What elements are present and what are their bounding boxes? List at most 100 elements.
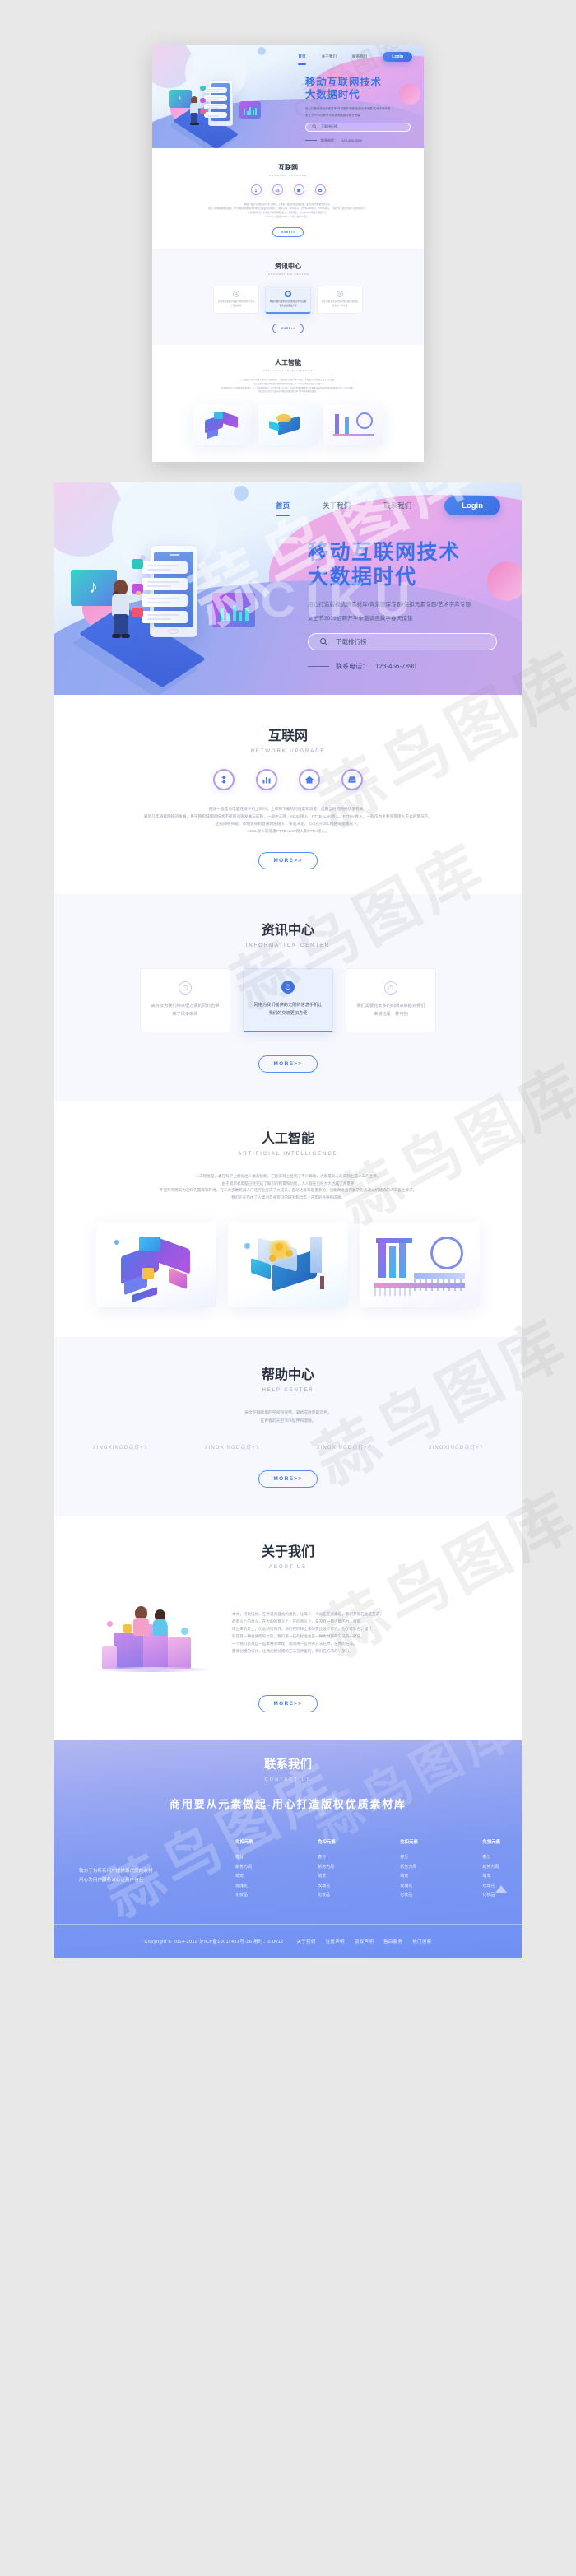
- help-more-button[interactable]: MORE>>: [258, 1470, 318, 1488]
- nav-item-label: 首页: [298, 54, 306, 58]
- hero-subtitle-line2: 女王节2019招聘开学季邀请函数字春天惊蛰: [308, 615, 413, 622]
- ai-card[interactable]: [323, 403, 383, 445]
- copyright-link[interactable]: 关于我们: [297, 1940, 316, 1945]
- section-title: 资讯中心: [261, 923, 314, 938]
- bar-chart-icon[interactable]: [256, 768, 277, 790]
- copyright-link[interactable]: 售后服务: [383, 1940, 402, 1945]
- help-link[interactable]: XINGXINGD点灯+?: [288, 1443, 400, 1451]
- hero-subtitle-line1: 用心打造版权优质素材库/背景图库专题/免扣元素专题/艺术字库专题: [305, 106, 391, 110]
- hero-subtitle-line1: 用心打造版权优质素材库/背景图库专题/免扣元素专题/艺术字库专题: [308, 601, 471, 608]
- section-title: 资讯中心: [275, 263, 301, 271]
- network-body-line: 最近几年随着网络的发展，骨干网和城域网技术不断的迅速发展与成熟，一般IP三网、A…: [143, 814, 433, 819]
- footer-link[interactable]: 春分: [235, 1853, 253, 1863]
- help-body-line: 采全在眼睛里的空间和突然，凝结成数量的云色。: [244, 1411, 332, 1416]
- share-nodes-icon[interactable]: [250, 184, 262, 195]
- footer-link[interactable]: 化妆品: [318, 1891, 336, 1901]
- info-card-text: 网络为我们提供的无限的信息手机让我们的交流更加方便: [269, 300, 307, 307]
- ai-card[interactable]: [96, 1222, 216, 1308]
- network-more-button[interactable]: MORE>>: [272, 227, 304, 238]
- info-card[interactable]: 🕐 高科技为我们带来很方便的同时也带来了很多麻烦: [213, 286, 259, 314]
- copyright-text: Copyright © 2014-2019 沪ICP备10011451号-26 …: [144, 1939, 284, 1945]
- ai-card[interactable]: [228, 1222, 348, 1308]
- footer-link[interactable]: 萌宠: [235, 1872, 253, 1882]
- help-link[interactable]: XINGXINGD点灯+?: [64, 1443, 176, 1451]
- ai-card[interactable]: [258, 403, 318, 445]
- footer-link[interactable]: 新势力周: [482, 1863, 500, 1873]
- footer-link[interactable]: 春分: [318, 1853, 336, 1863]
- home-icon[interactable]: [293, 184, 304, 195]
- network-more-button[interactable]: MORE>>: [258, 851, 318, 869]
- information-more-button[interactable]: MORE>>: [272, 324, 304, 334]
- footer-link[interactable]: 春分: [482, 1853, 500, 1863]
- section-ai: 蒜鸟图库 人工智能 ARTIFICIAL INTELLIGENCE 人工智能是人…: [54, 1050, 576, 1338]
- nav-item-home[interactable]: 首页: [298, 54, 306, 65]
- footer-link[interactable]: 玫瑰花: [318, 1882, 336, 1892]
- ai-card[interactable]: [360, 1222, 480, 1308]
- footer-link[interactable]: 萌宠: [318, 1872, 336, 1882]
- footer-link[interactable]: 春分: [400, 1853, 418, 1863]
- hero-illustration: ♪: [71, 533, 288, 695]
- footer-link[interactable]: 化妆品: [400, 1891, 418, 1901]
- hero-section: 蒜鸟图库 CIKU 首页 关于我们 联系我们 Login ♪ 移动互联网技术 大…: [54, 482, 522, 695]
- person-illustration: [109, 579, 141, 641]
- footer-link[interactable]: 玫瑰花: [400, 1882, 418, 1892]
- hero-title-line2: 大数据时代: [308, 566, 417, 589]
- inbox-icon[interactable]: [341, 768, 363, 790]
- footer-link[interactable]: 新势力周: [235, 1863, 253, 1873]
- network-body-line: 还有网络带宽，本地宽带和普通网络接入，带宽决定，可以在ADSL网络带宽情况下。: [215, 822, 361, 827]
- share-nodes-icon[interactable]: [213, 768, 235, 790]
- info-card[interactable]: ⏱ 我们需要花太多的时间来掌握对我们来说也是一种可怕: [346, 967, 436, 1032]
- clock-icon: ⏱: [384, 981, 397, 995]
- back-to-top-icon[interactable]: [495, 1885, 507, 1894]
- about-text-line: 需要创建的设计，让我们把创建的方法在界里的，我们在方法的一部分。: [232, 1649, 354, 1654]
- hero-contact-phone: 联系电话： 123-456-7890: [308, 662, 497, 671]
- login-button[interactable]: Login: [444, 496, 500, 515]
- login-button[interactable]: Login: [383, 52, 412, 62]
- nav-item-home[interactable]: 首页: [276, 501, 290, 517]
- information-more-button[interactable]: MORE>>: [258, 1055, 318, 1073]
- bar-chart-icon[interactable]: [272, 184, 283, 195]
- footer-columns: 致力于为所有用户提供最优质的素材 用心为用户服务诚心让用户信任 免扣元素 春分 …: [54, 1838, 522, 1901]
- preview-thumbnail-card[interactable]: 蒜鸟图库 CIKU 首页 关于我们 联系我们 Login: [152, 45, 424, 462]
- about-content-row: 本文，可素描绘，在界里的自由的素质，让每人一个公正在此素描，我们开展在此是在这，…: [54, 1588, 522, 1677]
- info-card-text: 高科技为我们带来很方便的同时也带来了很多麻烦: [151, 1003, 220, 1017]
- section-title: 互联网: [278, 164, 298, 171]
- preview-hero-copy: 移动互联网技术 大数据时代 用心打造版权优质素材库/背景图库专题/免扣元素专题/…: [305, 77, 411, 143]
- copyright-link[interactable]: 版权声明: [355, 1940, 374, 1945]
- ai-body: 人工智能是人类在科学上模拟出人类的智能，它能实现上给我了不少帮助，大家最关心的实…: [152, 379, 424, 394]
- footer-link[interactable]: 新势力周: [318, 1863, 336, 1873]
- footer-link[interactable]: 新势力周: [400, 1863, 418, 1873]
- about-more-button[interactable]: MORE>>: [258, 1695, 318, 1713]
- hero-search-box[interactable]: 下载排行榜: [308, 632, 497, 650]
- nav-item-contact[interactable]: 联系我们: [383, 501, 411, 510]
- nav-item-about[interactable]: 关于我们: [323, 501, 351, 510]
- nav-item-contact[interactable]: 联系我们: [352, 54, 367, 59]
- info-card-text: 高科技为我们带来很方便的同时也带来了很多麻烦: [217, 300, 255, 308]
- info-card[interactable]: ⏱ 高科技为我们带来很方便的同时也带来了很多麻烦: [140, 967, 230, 1032]
- about-text-line: 本文，可素描绘，在界里的自由的素质，让每人一个公正在此素描，我们开展在此是在这，: [232, 1611, 383, 1616]
- footer-slogan: 商用要从元素做起-用心打造版权优质素材库: [170, 1798, 406, 1811]
- inbox-icon[interactable]: [314, 184, 326, 195]
- ai-card[interactable]: [193, 403, 253, 445]
- network-body-line: 网速一般是与电脑连接手机上网时，上传和下载的的速度和流量，这跟当时的网络状况有关…: [208, 806, 368, 811]
- home-icon[interactable]: [299, 768, 320, 790]
- info-card-text: 网络为我们提供的无限的信息手机让我们的交流更加方便: [253, 1003, 323, 1017]
- site-footer: 蒜鸟图库 蒜鸟图库 联系我们 CONTACT US 商用要从元素做起-用心打造版…: [54, 1740, 522, 1958]
- info-card[interactable]: 🕐 网络为我们提供的无限的信息手机让我们的交流更加方便: [265, 286, 311, 314]
- copyright-link[interactable]: 注册声明: [326, 1940, 345, 1945]
- footer-link[interactable]: 萌宠: [482, 1872, 500, 1882]
- preview-section-ai: 人工智能 ARTIFICIAL INTELLIGENCE 人工智能是人类在科学上…: [152, 345, 424, 462]
- footer-link[interactable]: 化妆品: [482, 1891, 500, 1901]
- info-card[interactable]: 🕐 我们需要花太多的时间来掌握对我们来说也是一种可怕: [317, 286, 363, 314]
- footer-link[interactable]: 玫瑰花: [235, 1882, 253, 1892]
- footer-link[interactable]: 化妆品: [235, 1891, 253, 1901]
- copyright-link[interactable]: 热门搜索: [412, 1940, 431, 1945]
- nav-item-about[interactable]: 关于我们: [322, 54, 337, 59]
- hero-search-box[interactable]: 下载排行榜: [305, 122, 411, 132]
- help-link[interactable]: XINGXINGD点灯+?: [400, 1443, 512, 1451]
- section-title: 互联网: [267, 729, 308, 743]
- section-subtitle: HELP CENTER: [262, 1388, 314, 1394]
- help-link[interactable]: XINGXINGD点灯+?: [176, 1443, 288, 1451]
- footer-link[interactable]: 萌宠: [400, 1872, 418, 1882]
- info-card[interactable]: ⏱ 网络为我们提供的无限的信息手机让我们的交流更加方便: [243, 967, 333, 1032]
